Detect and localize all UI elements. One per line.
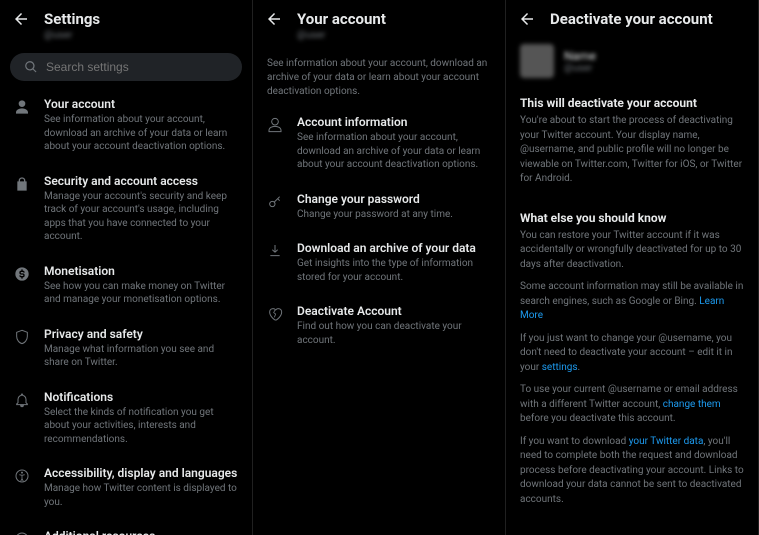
accessibility-icon bbox=[14, 468, 30, 484]
sidebar-item-accessibility[interactable]: Accessibility, display and languages Mana… bbox=[0, 456, 252, 519]
panel-header: Deactivate your account bbox=[506, 0, 758, 34]
section-text: To use your current @username or email a… bbox=[520, 383, 744, 427]
section-text: Some account information may still be av… bbox=[520, 280, 744, 324]
section-text: If you just want to change your @usernam… bbox=[520, 332, 744, 376]
item-title: Deactivate Account bbox=[297, 304, 493, 318]
back-button[interactable] bbox=[265, 10, 283, 28]
deactivate-button[interactable]: Deactivate bbox=[506, 523, 758, 535]
item-desc: Select the kinds of notification you get… bbox=[44, 406, 240, 447]
item-title: Account information bbox=[297, 115, 493, 129]
panel-header: Settings bbox=[0, 0, 252, 34]
sidebar-item-privacy[interactable]: Privacy and safety Manage what informatio… bbox=[0, 317, 252, 380]
section-title: This will deactivate your account bbox=[520, 96, 744, 110]
item-title: Notifications bbox=[44, 390, 240, 404]
panel-header: Your account bbox=[253, 0, 505, 34]
person-icon bbox=[14, 99, 30, 115]
section-text: If you want to download your Twitter dat… bbox=[520, 435, 744, 508]
item-title: Additional resources bbox=[44, 529, 240, 535]
item-change-password[interactable]: Change your password Change your password… bbox=[253, 182, 505, 232]
section-text: You're about to start the process of dea… bbox=[520, 114, 744, 187]
profile-name: Name bbox=[564, 49, 596, 63]
item-title: Download an archive of your data bbox=[297, 241, 493, 255]
page-title: Settings bbox=[44, 10, 100, 28]
item-desc: Manage how Twitter content is displayed … bbox=[44, 482, 240, 509]
item-title: Change your password bbox=[297, 192, 493, 206]
sidebar-item-your-account[interactable]: Your account See information about your a… bbox=[0, 87, 252, 164]
deactivate-panel: Deactivate your account Name @user This … bbox=[506, 0, 759, 535]
more-icon bbox=[14, 531, 30, 535]
twitter-data-link[interactable]: your Twitter data bbox=[629, 436, 704, 447]
download-icon bbox=[267, 243, 283, 259]
item-desc: See information about your account, down… bbox=[297, 131, 493, 172]
money-icon bbox=[14, 266, 30, 282]
bell-icon bbox=[14, 392, 30, 408]
back-button[interactable] bbox=[12, 10, 30, 28]
item-desc: Get insights into the type of informatio… bbox=[297, 257, 493, 284]
sidebar-item-monetisation[interactable]: Monetisation See how you can make money o… bbox=[0, 254, 252, 317]
key-icon bbox=[267, 194, 283, 210]
sidebar-item-notifications[interactable]: Notifications Select the kinds of notific… bbox=[0, 380, 252, 457]
back-button[interactable] bbox=[518, 10, 536, 28]
search-icon bbox=[24, 60, 38, 74]
page-handle: @user bbox=[44, 30, 252, 41]
section-text: You can restore your Twitter account if … bbox=[520, 229, 744, 273]
page-title: Deactivate your account bbox=[550, 10, 713, 28]
page-handle: @user bbox=[297, 30, 505, 41]
item-desc: Change your password at any time. bbox=[297, 208, 493, 222]
sidebar-item-resources[interactable]: Additional resourcesCheck out other plac… bbox=[0, 519, 252, 535]
item-title: Security and account access bbox=[44, 174, 240, 188]
search-input[interactable] bbox=[46, 60, 228, 74]
item-deactivate[interactable]: Deactivate Account Find out how you can d… bbox=[253, 294, 505, 357]
profile-row[interactable]: Name @user bbox=[506, 34, 758, 88]
shield-icon bbox=[14, 329, 30, 345]
item-desc: See information about your account, down… bbox=[44, 113, 240, 154]
item-desc: See how you can make money on Twitter an… bbox=[44, 280, 240, 307]
avatar bbox=[520, 44, 554, 78]
item-desc: Find out how you can deactivate your acc… bbox=[297, 320, 493, 347]
item-account-info[interactable]: Account information See information about… bbox=[253, 105, 505, 182]
heartbreak-icon bbox=[267, 306, 283, 322]
settings-panel: Settings @user Your account See informati… bbox=[0, 0, 253, 535]
your-account-panel: Your account @user See information about… bbox=[253, 0, 506, 535]
item-title: Your account bbox=[44, 97, 240, 111]
lock-icon bbox=[14, 176, 30, 192]
item-title: Privacy and safety bbox=[44, 327, 240, 341]
item-desc: Manage what information you see and shar… bbox=[44, 343, 240, 370]
sidebar-item-security[interactable]: Security and account access Manage your a… bbox=[0, 164, 252, 254]
page-title: Your account bbox=[297, 10, 386, 28]
item-desc: Manage your account's security and keep … bbox=[44, 190, 240, 244]
panel-intro: See information about your account, down… bbox=[253, 47, 505, 105]
profile-handle: @user bbox=[564, 63, 596, 74]
change-them-link[interactable]: change them bbox=[663, 399, 721, 410]
person-icon bbox=[267, 117, 283, 133]
item-title: Accessibility, display and languages bbox=[44, 466, 240, 480]
section-title: What else you should know bbox=[520, 211, 744, 225]
settings-link[interactable]: settings bbox=[542, 362, 578, 373]
item-title: Monetisation bbox=[44, 264, 240, 278]
item-download-data[interactable]: Download an archive of your data Get insi… bbox=[253, 231, 505, 294]
search-box[interactable] bbox=[10, 53, 242, 81]
